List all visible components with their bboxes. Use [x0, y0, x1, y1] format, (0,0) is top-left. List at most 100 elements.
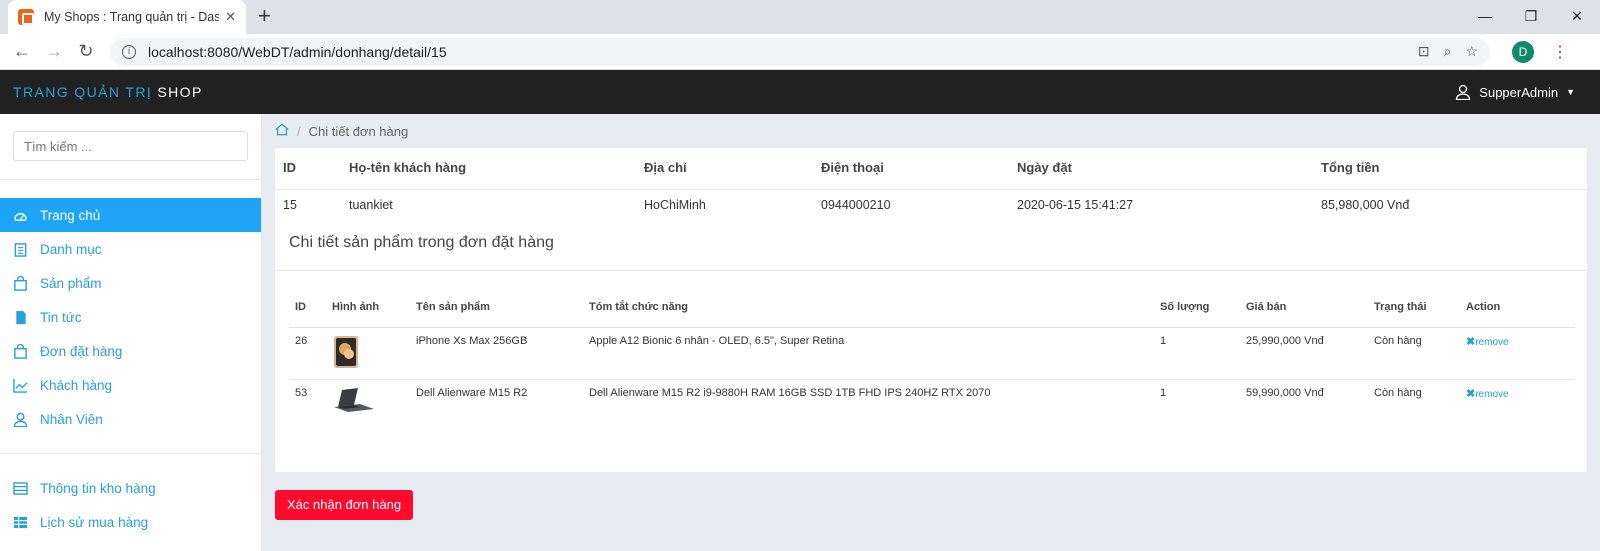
column-header: Tên sản phẩm — [410, 289, 583, 328]
user-menu[interactable]: SupperAdmin ▼ — [1455, 84, 1575, 100]
shopping-bag-icon — [13, 275, 28, 291]
price: 25,990,000 Vnđ — [1240, 327, 1368, 380]
remove-label: remove — [1475, 389, 1509, 400]
column-header: Họ-tên khách hàng — [341, 148, 636, 190]
items-section-title: Chi tiết sản phẩm trong đơn đặt hàng — [275, 220, 1587, 271]
home-icon[interactable] — [275, 123, 289, 139]
order-card: ID Họ-tên khách hàng Địa chỉ Điện thoại … — [275, 148, 1587, 472]
stock-status-link[interactable]: Còn hàng — [1368, 327, 1460, 380]
action-cell: ✖remove — [1460, 380, 1575, 430]
site-info-icon[interactable]: i — [122, 44, 136, 59]
sidebar-item-trang-chu[interactable]: Trang chủ — [0, 198, 261, 232]
line-chart-icon — [13, 378, 28, 393]
brand-main: TRANG QUẢN TRỊ — [13, 84, 153, 100]
sidebar-divider — [0, 453, 261, 454]
profile-avatar[interactable]: D — [1512, 40, 1534, 63]
column-header: Tóm tắt chức năng — [583, 289, 1154, 328]
sidebar-item-don-dat-hang[interactable]: Đơn đặt hàng — [0, 334, 261, 368]
browser-tabbar: My Shops : Trang quản trị - Dashboard ✕ … — [0, 0, 1600, 34]
order-date: 2020-06-15 15:41:27 — [1017, 198, 1134, 212]
clipboard-icon — [13, 242, 28, 257]
sidebar-item-label: Tin tức — [40, 309, 82, 325]
breadcrumb-current: Chi tiết đơn hàng — [308, 123, 409, 139]
address-bar[interactable]: i localhost:8080/WebDT/admin/donhang/det… — [110, 37, 1490, 66]
user-icon — [1456, 84, 1471, 100]
grid-icon — [13, 515, 28, 530]
column-header: Giá bán — [1240, 289, 1368, 328]
sidebar-item-label: Lịch sử mua hàng — [40, 514, 149, 530]
sidebar-item-tin-tuc[interactable]: Tin tức — [0, 300, 261, 334]
order-header-row: ID Họ-tên khách hàng Địa chỉ Điện thoại … — [275, 148, 1587, 190]
order-table: ID Họ-tên khách hàng Địa chỉ Điện thoại … — [275, 148, 1587, 220]
column-header: Trạng thái — [1368, 289, 1460, 328]
table-icon — [13, 481, 28, 496]
remove-x-icon: ✖ — [1466, 388, 1476, 400]
breadcrumb-separator: / — [297, 123, 301, 139]
sidebar-item-label: Danh mục — [40, 241, 102, 257]
window-controls: — ❐ ✕ — [1462, 0, 1600, 32]
product-name: Dell Alienware M15 R2 — [416, 387, 528, 399]
product-summary: Apple A12 Bionic 6 nhân - OLED, 6.5", Su… — [583, 327, 1154, 380]
sidebar-item-thong-tin-kho-hang[interactable]: Thông tin kho hàng — [0, 471, 261, 505]
remove-button[interactable]: ✖remove — [1466, 388, 1509, 400]
remove-label: remove — [1475, 337, 1509, 348]
close-window-icon[interactable]: ✕ — [1554, 0, 1600, 32]
sidebar-item-danh-muc[interactable]: Danh mục — [0, 232, 261, 266]
sidebar-item-label: Trang chủ — [40, 207, 101, 223]
sidebar: Trang chủ Danh mục Sản phẩm Tin tức Đơn … — [0, 114, 262, 551]
minimize-icon[interactable]: — — [1462, 0, 1508, 32]
user-icon — [13, 412, 28, 427]
remove-button[interactable]: ✖remove — [1466, 336, 1509, 348]
sidebar-item-lich-su-mua-hang[interactable]: Lịch sử mua hàng — [0, 505, 261, 539]
product-summary: Dell Alienware M15 R2 i9-9880H RAM 16GB … — [589, 387, 991, 399]
caret-down-icon: ▼ — [1566, 87, 1575, 97]
order-items-table: ID Hình ảnh Tên sản phẩm Tóm tắt chức nă… — [289, 289, 1575, 430]
column-header: Điện thoại — [813, 148, 1009, 190]
browser-menu-icon[interactable]: ⋮ — [1552, 42, 1568, 62]
reload-icon[interactable]: ↻ — [70, 41, 102, 62]
restore-icon[interactable]: ❐ — [1508, 0, 1554, 32]
shopping-bag-icon — [13, 343, 28, 359]
search-input[interactable] — [13, 131, 248, 161]
new-tab-icon[interactable]: + — [258, 5, 271, 27]
column-header: Action — [1460, 289, 1575, 328]
order-total: 85,980,000 Vnđ — [1321, 198, 1410, 212]
items-header-row: ID Hình ảnh Tên sản phẩm Tóm tắt chức nă… — [289, 289, 1575, 328]
stock-status-link[interactable]: Còn hàng — [1368, 380, 1460, 430]
quantity: 1 — [1154, 327, 1240, 380]
sidebar-item-label: Thông tin kho hàng — [40, 480, 156, 496]
quantity: 1 — [1160, 387, 1167, 399]
sidebar-menu: Trang chủ Danh mục Sản phẩm Tin tức Đơn … — [0, 180, 261, 539]
zoom-icon[interactable]: ⌕ — [1444, 43, 1452, 60]
brand[interactable]: TRANG QUẢN TRỊ SHOP — [13, 84, 203, 100]
sidebar-item-nhan-vien[interactable]: Nhân Viên — [0, 402, 261, 436]
price: 59,990,000 Vnđ — [1246, 387, 1324, 399]
item-id: 53 — [295, 387, 308, 399]
column-header: Số lượng — [1154, 289, 1240, 328]
address-bar-row: ← → ↻ i localhost:8080/WebDT/admin/donha… — [0, 34, 1600, 70]
product-image — [326, 327, 410, 380]
document-icon — [13, 310, 28, 325]
sidebar-item-san-pham[interactable]: Sản phẩm — [0, 266, 261, 300]
column-header: Tổng tiền — [1313, 148, 1587, 190]
translate-icon[interactable]: ⊡ — [1418, 43, 1430, 60]
close-tab-icon[interactable]: ✕ — [225, 9, 236, 25]
item-id: 26 — [289, 327, 326, 380]
url-text[interactable]: localhost:8080/WebDT/admin/donhang/detai… — [148, 44, 447, 60]
sidebar-item-label: Đơn đặt hàng — [40, 343, 123, 359]
back-icon[interactable]: ← — [6, 41, 38, 62]
confirm-order-button[interactable]: Xác nhận đơn hàng — [275, 489, 414, 520]
action-cell: ✖remove — [1460, 327, 1575, 380]
site-favicon-icon — [18, 9, 34, 25]
sidebar-item-khach-hang[interactable]: Khách hàng — [0, 368, 261, 402]
forward-icon[interactable]: → — [38, 41, 70, 62]
breadcrumb: / Chi tiết đơn hàng — [275, 114, 1587, 148]
brand-suffix: SHOP — [157, 84, 203, 100]
address: HoChiMinh — [644, 198, 706, 212]
browser-tab[interactable]: My Shops : Trang quản trị - Dashboard ✕ — [8, 0, 246, 34]
sidebar-item-label: Nhân Viên — [40, 411, 103, 427]
bookmark-star-icon[interactable]: ☆ — [1465, 43, 1478, 60]
remove-x-icon: ✖ — [1466, 336, 1476, 348]
column-header: ID — [289, 289, 326, 328]
product-name: iPhone Xs Max 256GB — [410, 327, 583, 380]
